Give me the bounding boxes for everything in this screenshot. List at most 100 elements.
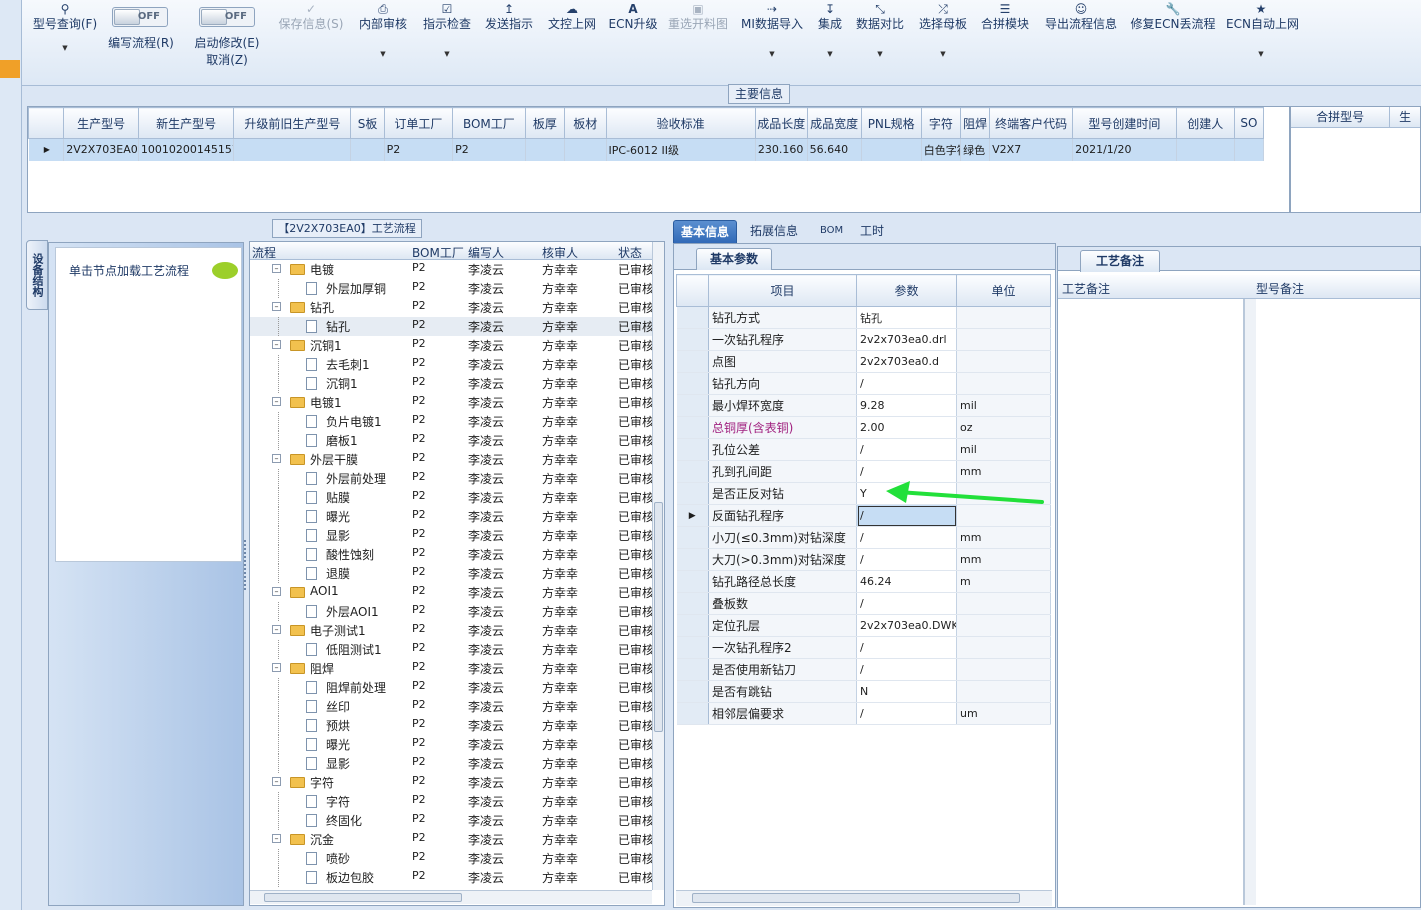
param-value[interactable]: /: [856, 526, 957, 549]
flow-tree-row[interactable]: – 钻孔 P2 李凌云 方幸幸 已审核: [250, 298, 652, 317]
main-col-header[interactable]: 板厚: [524, 107, 566, 139]
param-value[interactable]: 2v2x703ea0.drl: [856, 328, 957, 351]
model-query-button[interactable]: ⚲ 型号查询(F) ▼: [30, 2, 100, 54]
flow-tree-row[interactable]: 显影 P2 李凌云 方幸幸 已审核: [250, 526, 652, 545]
scrollbar-thumb[interactable]: [264, 893, 462, 902]
flow-horizontal-scrollbar[interactable]: [250, 890, 652, 904]
flow-tree-row[interactable]: 丝印 P2 李凌云 方幸幸 已审核: [250, 697, 652, 716]
cancel-button[interactable]: 取消(Z): [190, 51, 264, 68]
flow-tree-row[interactable]: 退膜 P2 李凌云 方幸幸 已审核: [250, 564, 652, 583]
collapse-toggle-icon[interactable]: –: [272, 454, 281, 463]
main-col-header[interactable]: 生产型号: [63, 107, 139, 139]
main-col-header[interactable]: SO: [1233, 107, 1265, 139]
param-value[interactable]: /: [856, 548, 957, 571]
export-flow-button[interactable]: ☺ 导出流程信息: [1044, 2, 1118, 32]
main-col-header[interactable]: 阻焊: [960, 107, 991, 139]
main-cell[interactable]: 2021/1/20: [1072, 138, 1177, 161]
process-remark-text[interactable]: [1058, 299, 1244, 905]
internal-review-button[interactable]: ⎙ 内部审核 ▼: [358, 2, 408, 60]
main-cell[interactable]: [350, 138, 385, 161]
remarks-title-tab[interactable]: 工艺备注: [1080, 250, 1160, 272]
remark-scrollbar[interactable]: [1244, 299, 1256, 905]
param-value[interactable]: 2v2x703ea0.d: [856, 350, 957, 373]
flow-col-header[interactable]: BOM工厂: [412, 244, 464, 261]
param-value[interactable]: 2v2x703ea0.DWK: [856, 614, 957, 637]
main-cell[interactable]: [1176, 138, 1235, 161]
flow-tree-row[interactable]: 外层加厚铜 P2 李凌云 方幸幸 已审核: [250, 279, 652, 298]
tab-work-hours[interactable]: 工时: [853, 220, 891, 244]
collapse-toggle-icon[interactable]: –: [272, 663, 281, 672]
main-cell[interactable]: 10010200145157: [138, 138, 235, 161]
flow-tree-row[interactable]: 曝光 P2 李凌云 方幸幸 已审核: [250, 507, 652, 526]
flow-tree-row[interactable]: – 外层干膜 P2 李凌云 方幸幸 已审核: [250, 450, 652, 469]
flow-col-header[interactable]: 核审人: [542, 244, 578, 261]
flow-tree-body[interactable]: – 电镀 P2 李凌云 方幸幸 已审核 外层加厚铜 P2 李凌云 方幸幸 已审核 – 钻孔 P2 李凌云 方幸…: [250, 260, 652, 888]
main-cell[interactable]: [861, 138, 922, 161]
param-value[interactable]: /: [856, 592, 957, 615]
main-cell[interactable]: 230.160: [755, 138, 808, 161]
device-structure-tab[interactable]: 设备结构: [26, 240, 48, 310]
param-value[interactable]: 2.00: [856, 416, 957, 439]
flow-tree-row[interactable]: – 沉铜1 P2 李凌云 方幸幸 已审核: [250, 336, 652, 355]
collapse-toggle-icon[interactable]: –: [272, 834, 281, 843]
param-row[interactable]: 一次钻孔程序2/: [676, 636, 1051, 659]
flow-tree-row[interactable]: 磨板1 P2 李凌云 方幸幸 已审核: [250, 431, 652, 450]
tab-extended-info[interactable]: 拓展信息: [743, 220, 805, 244]
main-cell[interactable]: [1234, 138, 1265, 161]
param-value[interactable]: /: [856, 372, 957, 395]
main-col-header[interactable]: 验收标准: [605, 107, 756, 139]
repair-ecn-button[interactable]: 🔧 修复ECN丢流程: [1130, 2, 1216, 32]
select-mother-button[interactable]: ⤮ 选择母板 ▼: [918, 2, 968, 60]
collapse-toggle-icon[interactable]: –: [272, 625, 281, 634]
flow-tree-row[interactable]: 贴膜 P2 李凌云 方幸幸 已审核: [250, 488, 652, 507]
data-compare-button[interactable]: ⤡ 数据对比 ▼: [854, 2, 906, 60]
main-cell[interactable]: P2: [452, 138, 526, 161]
write-flow-toggle[interactable]: OFF: [112, 7, 168, 27]
flow-tree-row[interactable]: – 电子测试1 P2 李凌云 方幸幸 已审核: [250, 621, 652, 640]
flow-tree-row[interactable]: – 沉金 P2 李凌云 方幸幸 已审核: [250, 830, 652, 849]
param-value[interactable]: /: [856, 702, 957, 725]
combine-module-button[interactable]: ☰ 合拼模块: [980, 2, 1030, 32]
main-col-header[interactable]: 成品宽度: [806, 107, 862, 139]
doc-online-button[interactable]: ☁ 文控上网: [547, 2, 597, 32]
main-col-header[interactable]: 字符: [920, 107, 962, 139]
main-cell[interactable]: 绿色: [960, 138, 991, 161]
collapse-toggle-icon[interactable]: –: [272, 397, 281, 406]
flow-col-header[interactable]: 流程: [252, 244, 276, 261]
guide-check-button[interactable]: ☑ 指示检查 ▼: [422, 2, 472, 60]
flow-tree-row[interactable]: 曝光 P2 李凌云 方幸幸 已审核: [250, 735, 652, 754]
main-col-header[interactable]: 订单工厂: [383, 107, 454, 139]
model-remark-text[interactable]: [1256, 299, 1420, 905]
main-col-header[interactable]: 型号创建时间: [1072, 107, 1177, 139]
param-row[interactable]: 大刀(>0.3mm)对钻深度 / mm: [676, 548, 1051, 571]
param-row[interactable]: 总铜厚(含表铜) 2.00 oz: [676, 416, 1051, 439]
flow-col-header[interactable]: 状态: [618, 244, 642, 261]
main-cell[interactable]: 白色字符: [921, 138, 962, 161]
collapse-toggle-icon[interactable]: –: [272, 264, 281, 273]
flow-tree-row[interactable]: – 电镀1 P2 李凌云 方幸幸 已审核: [250, 393, 652, 412]
param-row[interactable]: 钻孔方式 钻孔: [676, 306, 1051, 329]
flow-vertical-scrollbar[interactable]: [652, 242, 664, 890]
param-row[interactable]: 是否有跳钻 N: [676, 680, 1051, 703]
main-col-header[interactable]: BOM工厂: [452, 107, 526, 139]
tab-basic-info[interactable]: 基本信息: [673, 220, 738, 244]
flow-tree-row[interactable]: 外层AOI1 P2 李凌云 方幸幸 已审核: [250, 602, 652, 621]
param-value[interactable]: 46.24: [856, 570, 957, 593]
flow-tree-row[interactable]: 外层前处理 P2 李凌云 方幸幸 已审核: [250, 469, 652, 488]
flow-tree-row[interactable]: 阻焊前处理 P2 李凌云 方幸幸 已审核: [250, 678, 652, 697]
flow-tree-row[interactable]: 预烘 P2 李凌云 方幸幸 已审核: [250, 716, 652, 735]
main-cell[interactable]: 56.640: [807, 138, 862, 161]
main-col-header[interactable]: 新生产型号: [137, 107, 235, 139]
main-cell[interactable]: [564, 138, 607, 161]
flow-tree-row[interactable]: 酸性蚀刻 P2 李凌云 方幸幸 已审核: [250, 545, 652, 564]
param-row[interactable]: 点图 2v2x703ea0.d: [676, 350, 1051, 373]
param-value[interactable]: 9.28: [856, 394, 957, 417]
param-row[interactable]: 最小焊环宽度 9.28 mil: [676, 394, 1051, 417]
main-col-header[interactable]: S板: [350, 107, 385, 139]
param-value[interactable]: N: [856, 680, 957, 703]
flow-tree-row[interactable]: 终固化 P2 李凌云 方幸幸 已审核: [250, 811, 652, 830]
flow-tree-row[interactable]: – 阻焊 P2 李凌云 方幸幸 已审核: [250, 659, 652, 678]
main-col-header[interactable]: 终端客户代码: [989, 107, 1074, 139]
flow-tree-row[interactable]: 钻孔 P2 李凌云 方幸幸 已审核: [250, 317, 652, 336]
flow-tree-row[interactable]: 沉铜1 P2 李凌云 方幸幸 已审核: [250, 374, 652, 393]
